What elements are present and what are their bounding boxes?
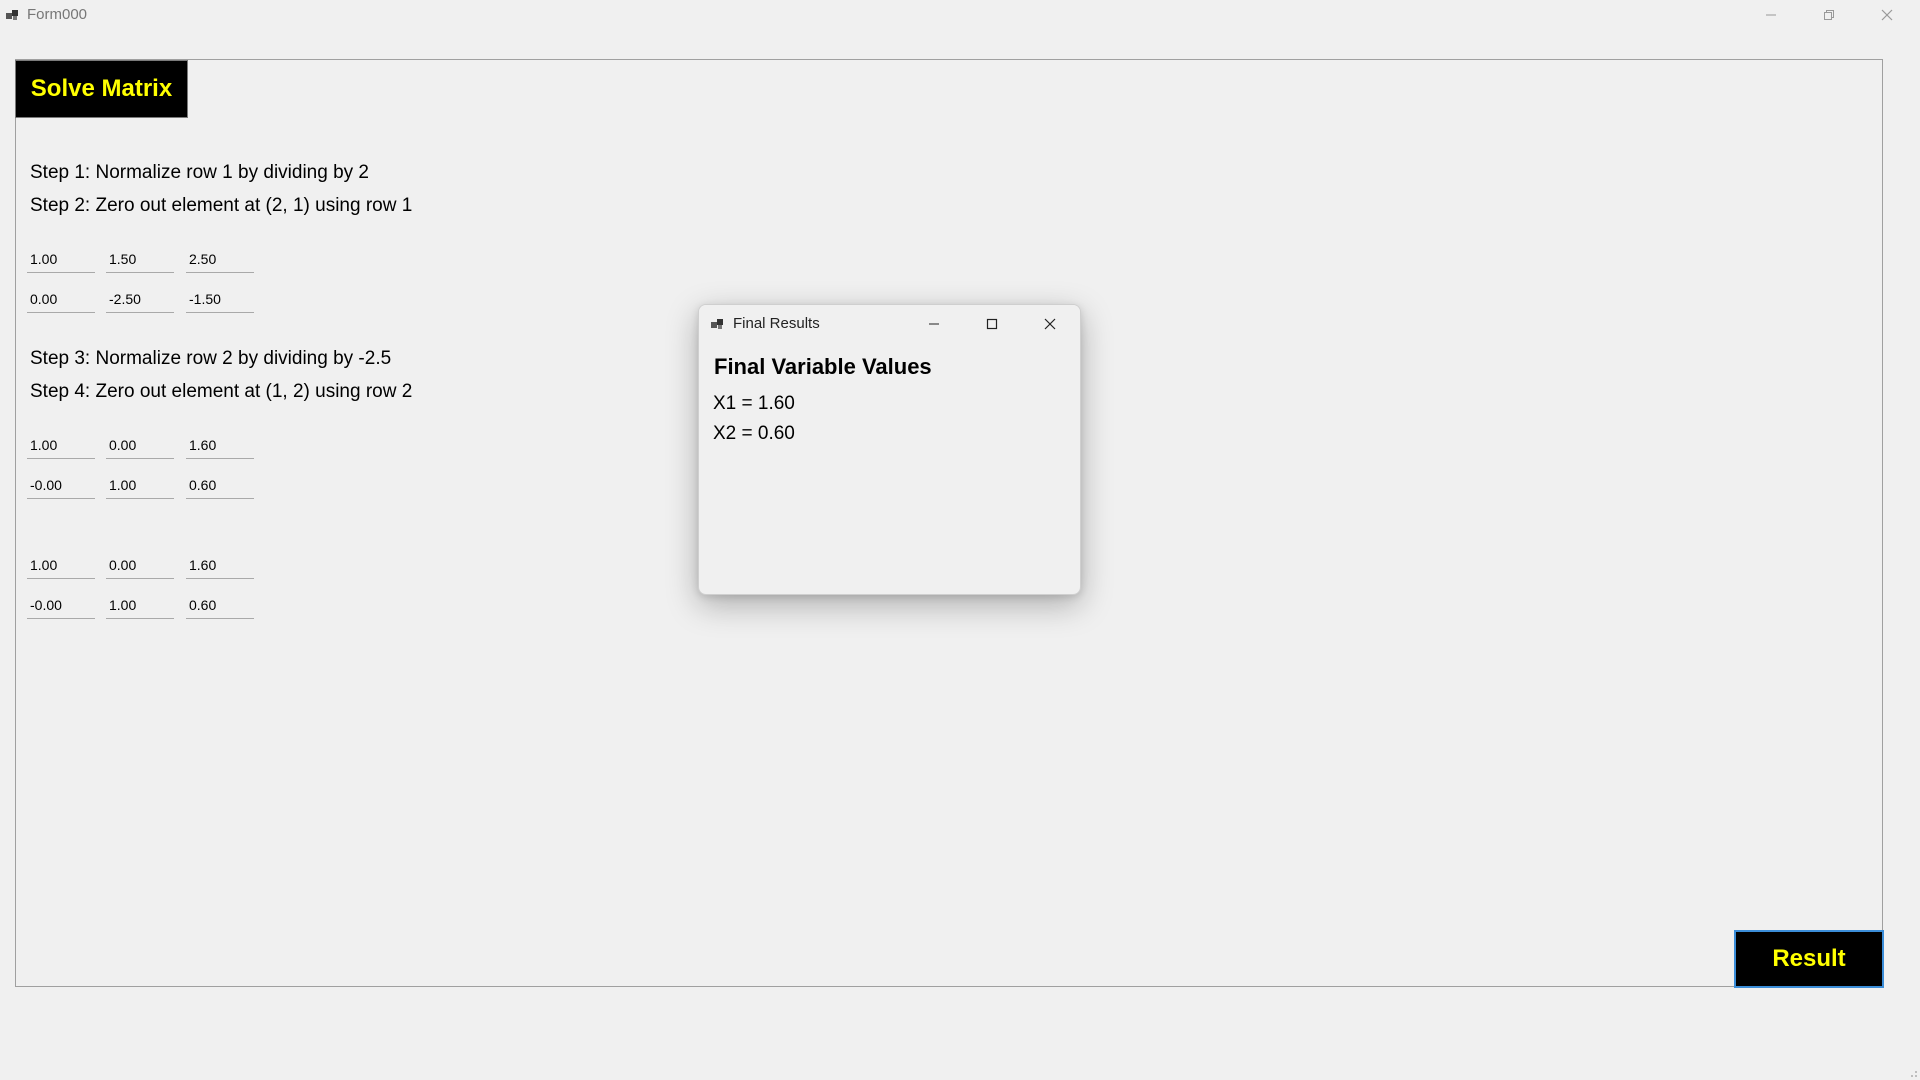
matrix1-cell-r2c2[interactable]: -2.50 [106,289,174,313]
restore-button[interactable] [1800,0,1858,30]
matrix3-cell-r2c3[interactable]: 0.60 [186,595,254,619]
matrix3-cell-r2c1[interactable]: -0.00 [27,595,95,619]
maximize-icon [986,318,998,330]
dialog-heading: Final Variable Values [714,354,932,379]
matrix3-cell-r1c2[interactable]: 0.00 [106,555,174,579]
restore-icon [1824,10,1834,20]
resize-grip-icon[interactable] [1906,1066,1918,1078]
matrix3-cell-r1c1[interactable]: 1.00 [27,555,95,579]
matrix2-cell-r2c1[interactable]: -0.00 [27,475,95,499]
minimize-icon [929,323,939,325]
solve-matrix-button[interactable]: Solve Matrix [15,60,188,118]
app-form-icon [6,10,18,20]
step-3-text: Step 3: Normalize row 2 by dividing by -… [30,348,392,369]
dialog-form-icon [711,319,723,329]
matrix2-cell-r1c2[interactable]: 0.00 [106,435,174,459]
final-results-dialog: Final Results Final Variable Values X1 =… [698,304,1081,595]
matrix2-cell-r2c2[interactable]: 1.00 [106,475,174,499]
step-1-text: Step 1: Normalize row 1 by dividing by 2 [30,162,369,183]
result-x1: X1 = 1.60 [713,393,795,414]
dialog-titlebar[interactable]: Final Results [699,305,1080,343]
result-button[interactable]: Result [1734,930,1884,988]
dialog-minimize-button[interactable] [905,305,963,343]
step-4-text: Step 4: Zero out element at (1, 2) using… [30,381,413,402]
matrix2-cell-r1c3[interactable]: 1.60 [186,435,254,459]
minimize-button[interactable] [1742,0,1800,30]
matrix1-cell-r2c3[interactable]: -1.50 [186,289,254,313]
matrix3-cell-r1c3[interactable]: 1.60 [186,555,254,579]
window-title: Form000 [27,6,88,23]
dialog-title: Final Results [733,315,820,332]
close-icon [1881,9,1893,21]
matrix2-cell-r2c3[interactable]: 0.60 [186,475,254,499]
matrix1-cell-r2c1[interactable]: 0.00 [27,289,95,313]
matrix1-cell-r1c3[interactable]: 2.50 [186,249,254,273]
close-icon [1044,318,1056,330]
close-button[interactable] [1858,0,1916,30]
step-2-text: Step 2: Zero out element at (2, 1) using… [30,195,413,216]
result-x2: X2 = 0.60 [713,423,795,444]
dialog-close-button[interactable] [1021,305,1079,343]
minimize-icon [1766,14,1776,16]
matrix2-cell-r1c1[interactable]: 1.00 [27,435,95,459]
matrix3-cell-r2c2[interactable]: 1.00 [106,595,174,619]
dialog-maximize-button[interactable] [963,305,1021,343]
main-titlebar: Form000 [0,0,1920,30]
matrix1-cell-r1c2[interactable]: 1.50 [106,249,174,273]
matrix1-cell-r1c1[interactable]: 1.00 [27,249,95,273]
